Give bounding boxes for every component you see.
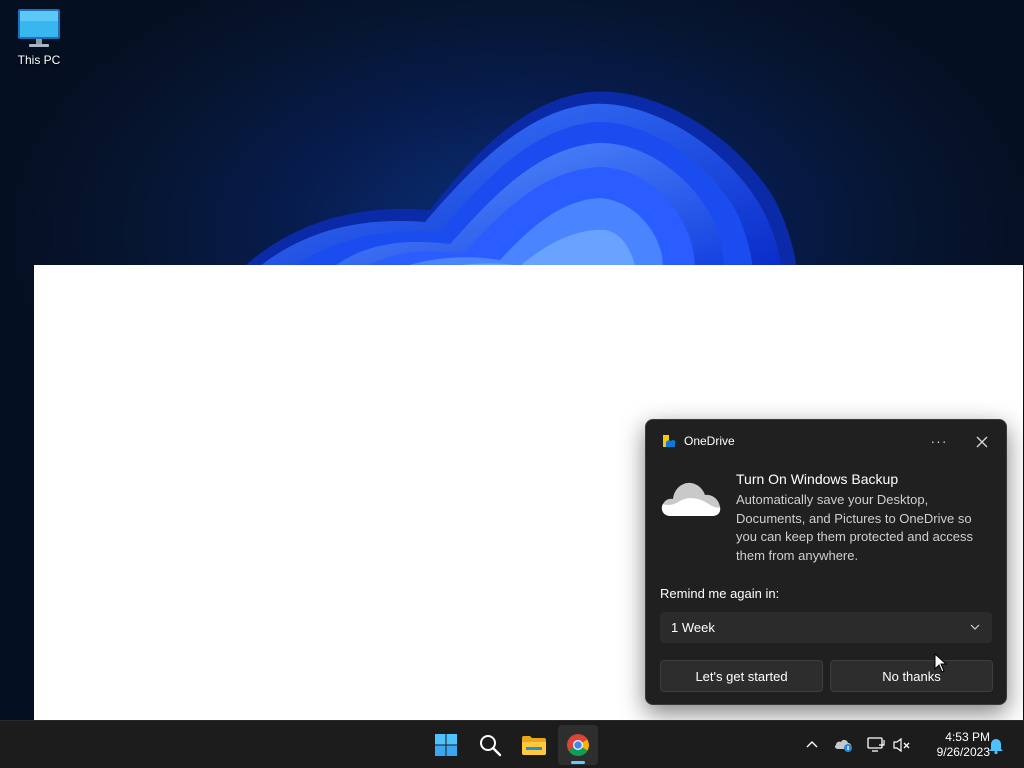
chrome-button[interactable] (558, 725, 598, 765)
remind-label: Remind me again in: (660, 586, 780, 601)
volume-muted-icon (893, 737, 910, 753)
close-icon[interactable] (972, 432, 992, 452)
toast-body-text: Automatically save your Desktop, Documen… (736, 492, 974, 563)
show-hidden-icons-button[interactable] (802, 735, 822, 755)
system-clock[interactable]: 4:53 PM 9/26/2023 (918, 730, 990, 760)
mouse-cursor-icon (934, 653, 948, 673)
onedrive-tray-button[interactable] (834, 735, 854, 755)
toast-title: Turn On Windows Backup (736, 471, 899, 487)
remind-interval-dropdown[interactable]: 1 Week (660, 612, 992, 643)
toast-header: OneDrive (662, 434, 735, 448)
desktop-icon-this-pc[interactable]: This PC (8, 8, 70, 67)
remind-interval-value: 1 Week (671, 620, 715, 635)
taskbar: 4:53 PM 9/26/2023 (0, 720, 1024, 768)
cloud-icon (661, 482, 721, 516)
file-explorer-button[interactable] (514, 725, 554, 765)
clock-time: 4:53 PM (945, 730, 990, 744)
chevron-up-icon (806, 741, 818, 748)
bell-icon (989, 739, 1003, 754)
chrome-icon (567, 734, 589, 756)
monitor-icon (18, 9, 60, 47)
toast-app-name: OneDrive (684, 434, 735, 448)
onedrive-toast-notification: OneDrive ··· Turn On Windows Backup Auto… (645, 419, 1007, 705)
more-options-icon[interactable]: ··· (928, 432, 950, 450)
network-tray-button[interactable] (866, 735, 886, 755)
chevron-down-icon (970, 624, 980, 630)
notification-center-button[interactable] (986, 735, 1006, 755)
search-button[interactable] (470, 725, 510, 765)
onedrive-icon (834, 739, 852, 752)
network-icon (867, 737, 885, 752)
start-button[interactable] (426, 725, 466, 765)
wallpaper-bloom (240, 91, 797, 270)
lets-get-started-button[interactable]: Let's get started (660, 660, 823, 692)
desktop-icon-label: This PC (17, 53, 61, 67)
no-thanks-button[interactable]: No thanks (830, 660, 993, 692)
search-icon (480, 735, 502, 757)
onedrive-app-icon (663, 435, 676, 447)
windows-logo-icon (435, 734, 457, 756)
volume-tray-button[interactable] (892, 735, 912, 755)
clock-date: 9/26/2023 (936, 745, 990, 759)
folder-icon (522, 736, 546, 755)
